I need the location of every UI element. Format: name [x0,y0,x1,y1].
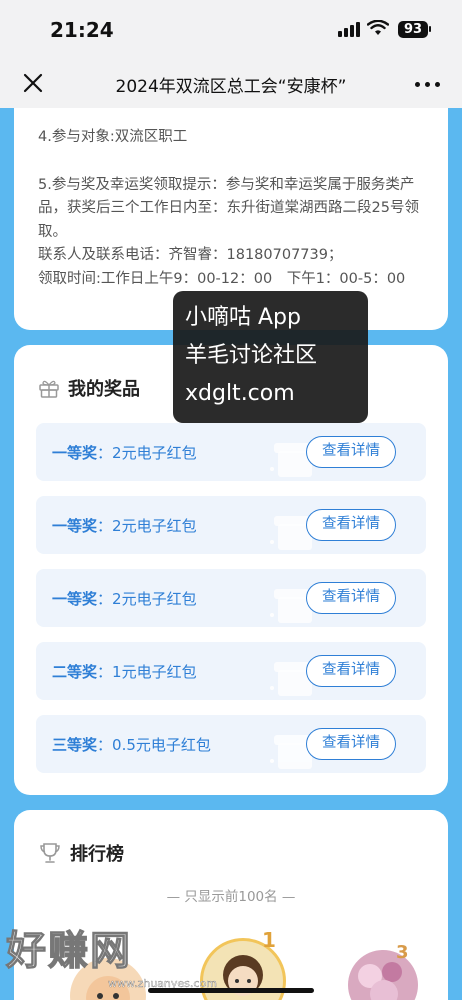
watermark-line: xdglt.com [185,381,295,406]
prize-separator: ： [97,517,113,535]
trophy-icon [40,843,60,863]
battery-icon: 93 [398,21,428,38]
prize-row: 一等奖：2元电子红包 查看详情 [36,496,426,554]
app-watermark-overlay: 小嘀咕 App 羊毛讨论社区 xdglt.com [173,291,368,423]
watermark-line: 羊毛讨论社区 [185,343,318,368]
prize-description: 2元电子红包 [112,517,197,535]
rank-1-badge: 1 [262,928,276,952]
ranking-note: — 只显示前100名 — [166,889,296,905]
home-indicator[interactable] [148,988,314,993]
prize-level: 一等奖 [52,590,98,608]
rule-participants: 4.参与对象:双流区职工 [38,129,188,145]
view-details-button[interactable]: 查看详情 [306,728,396,760]
wifi-icon [367,20,389,35]
battery-cap [429,26,431,32]
prize-separator: ： [97,590,113,608]
more-icon[interactable] [415,82,440,87]
my-prizes-header: 我的奖品 [38,375,140,401]
ranking-header: 排行榜 [38,840,124,866]
rule-contact: 联系人及联系电话：齐智睿：18180707739； [38,247,343,263]
prize-row: 一等奖：2元电子红包 查看详情 [36,569,426,627]
prize-description: 1元电子红包 [112,663,197,681]
ranking-title: 排行榜 [70,844,124,865]
prize-description: 0.5元电子红包 [112,736,211,754]
prize-level: 一等奖 [52,517,98,535]
prize-row: 一等奖：2元电子红包 查看详情 [36,423,426,481]
view-details-button[interactable]: 查看详情 [306,509,396,541]
site-watermark: 好赚网 [5,927,132,974]
prize-description: 2元电子红包 [112,444,197,462]
prize-row: 二等奖：1元电子红包 查看详情 [36,642,426,700]
status-bar: 21:24 93 [0,0,462,60]
nav-bar: 2024年双流区总工会“安康杯” [0,60,462,108]
gift-icon [39,380,59,398]
page-title: 2024年双流区总工会“安康杯” [115,77,347,97]
watermark-line: 小嘀咕 App [185,305,301,330]
close-icon[interactable] [20,70,46,96]
prize-level: 三等奖 [52,736,98,754]
view-details-button[interactable]: 查看详情 [306,436,396,468]
prize-level: 二等奖 [52,663,98,681]
my-prizes-title: 我的奖品 [68,379,140,400]
rule-claim-time: 领取时间:工作日上午9：00-12：00 下午1：00-5：00 [38,270,406,287]
signal-icon [338,22,360,37]
prize-separator: ： [97,663,113,681]
rule-claim-tip: 5.参与奖及幸运奖领取提示：参与奖和幸运奖属于服务类产品，获奖后三个工作日内至：… [38,176,419,240]
prize-separator: ： [97,444,113,462]
view-details-button[interactable]: 查看详情 [306,655,396,687]
status-time: 21:24 [50,18,114,42]
prize-row: 三等奖：0.5元电子红包 查看详情 [36,715,426,773]
prize-separator: ： [97,736,113,754]
prize-level: 一等奖 [52,444,98,462]
view-details-button[interactable]: 查看详情 [306,582,396,614]
prize-description: 2元电子红包 [112,590,197,608]
rank-3-badge: 3 [396,942,409,963]
